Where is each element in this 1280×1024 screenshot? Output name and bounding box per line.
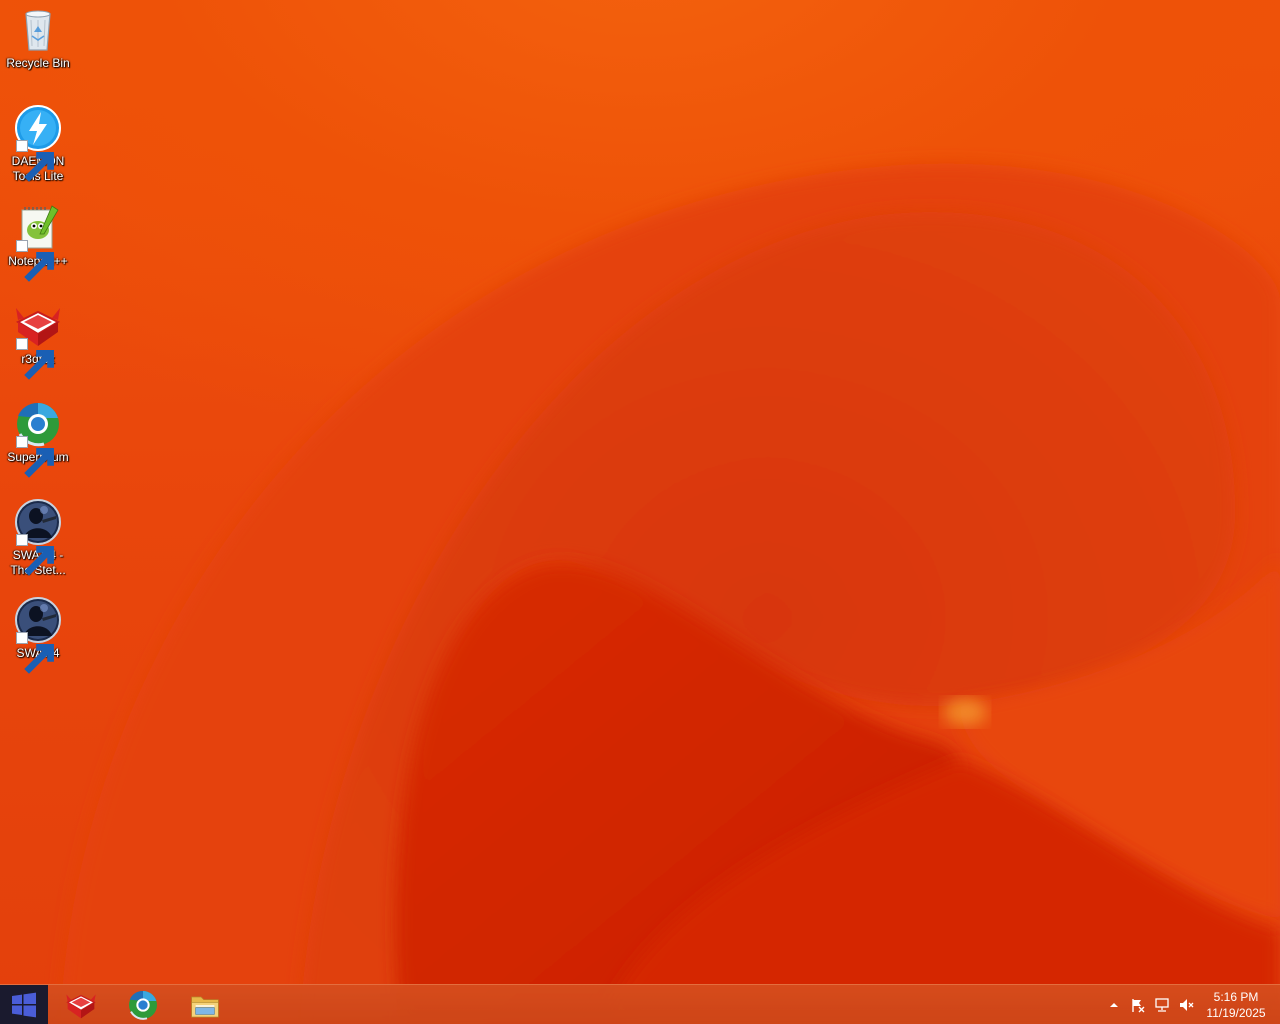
desktop-icon-notepad-plus-plus[interactable]: Notepad++ — [2, 204, 74, 282]
taskbar-item-supermium[interactable] — [112, 985, 174, 1024]
shortcut-arrow-icon — [16, 632, 54, 674]
supermium-icon — [14, 400, 62, 478]
shortcut-arrow-icon — [16, 338, 54, 380]
taskbar: 5:16 PM 11/19/2025 — [0, 984, 1280, 1024]
r3dfox-icon — [66, 994, 96, 1019]
file-explorer-icon — [191, 996, 219, 1018]
desktop-icon-swat4[interactable]: SWAT 4 — [2, 596, 74, 674]
shortcut-arrow-icon — [16, 436, 54, 478]
swat4-stetchkov-icon — [14, 498, 62, 576]
taskbar-item-r3dfox[interactable] — [50, 985, 112, 1024]
desktop-icon-daemon-tools-lite[interactable]: DAEMON Tools Lite — [2, 104, 74, 184]
action-center-flag-icon[interactable] — [1130, 997, 1146, 1013]
desktop-icon-r3dfox[interactable]: r3dfox — [2, 302, 74, 380]
desktop-wallpaper — [0, 0, 1280, 1024]
recycle-bin-icon — [14, 6, 62, 54]
desktop-icon-swat4-stetchkov[interactable]: SWAT 4 - The Stet... — [2, 498, 74, 578]
clock-time: 5:16 PM — [1213, 990, 1259, 1004]
supermium-icon — [129, 990, 157, 1020]
show-hidden-icons-chevron-icon[interactable] — [1106, 997, 1122, 1013]
r3dfox-icon — [14, 302, 62, 380]
daemon-tools-icon — [14, 104, 62, 182]
volume-muted-icon[interactable] — [1178, 997, 1194, 1013]
desktop-icon-label: Recycle Bin — [6, 56, 70, 70]
clock-date: 11/19/2025 — [1206, 1006, 1266, 1020]
shortcut-arrow-icon — [16, 140, 54, 182]
windows-logo-icon — [12, 992, 36, 1018]
network-icon[interactable] — [1154, 997, 1170, 1013]
desktop-icon-recycle-bin[interactable]: Recycle Bin — [2, 6, 74, 71]
start-button[interactable] — [0, 985, 48, 1024]
taskbar-item-file-explorer[interactable] — [174, 985, 236, 1024]
taskbar-clock[interactable]: 5:16 PM 11/19/2025 — [1204, 989, 1268, 1021]
shortcut-arrow-icon — [16, 534, 54, 576]
notepad-plus-plus-icon — [14, 204, 62, 282]
system-tray: 5:16 PM 11/19/2025 — [1100, 985, 1280, 1024]
shortcut-arrow-icon — [16, 240, 54, 282]
desktop-icon-supermium[interactable]: Supermium — [2, 400, 74, 478]
swat4-icon — [14, 596, 62, 674]
